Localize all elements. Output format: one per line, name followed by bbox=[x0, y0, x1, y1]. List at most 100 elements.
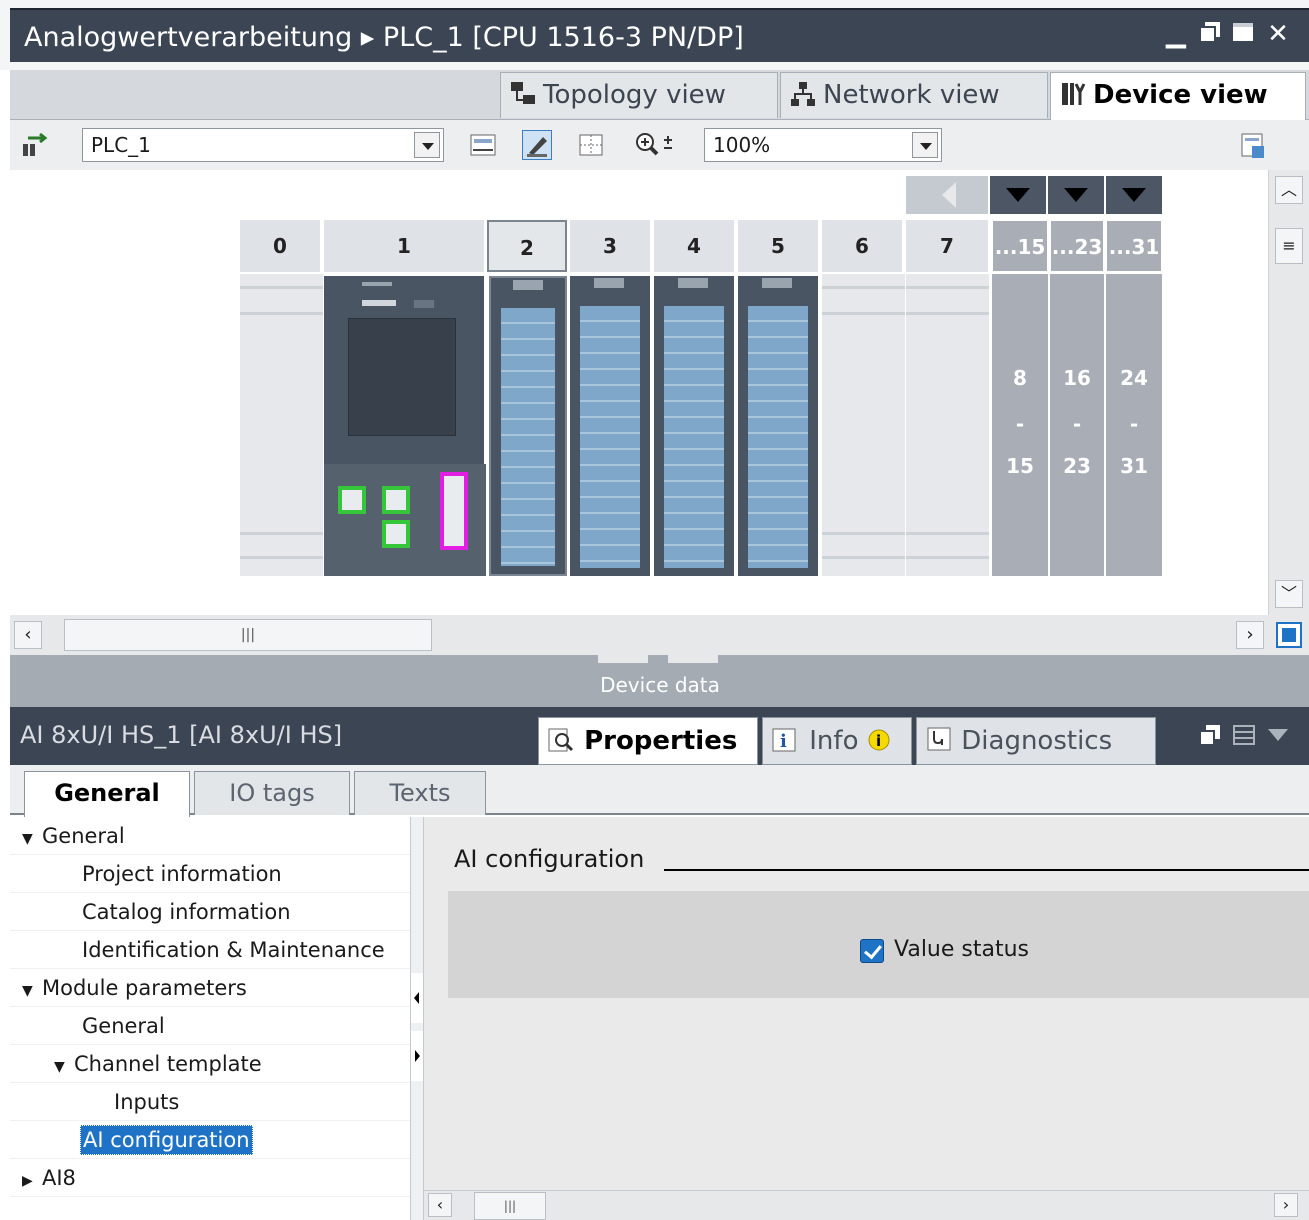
chevron-left-icon[interactable]: ‹ bbox=[428, 1193, 452, 1217]
tab-diagnostics[interactable]: Diagnostics bbox=[916, 717, 1156, 765]
collapse-down-icon[interactable] bbox=[668, 655, 718, 663]
rack-slot-7[interactable] bbox=[906, 274, 990, 576]
tab-info[interactable]: i Info i bbox=[762, 717, 912, 765]
subtab-texts[interactable]: Texts bbox=[354, 771, 486, 815]
tree-item-module-parameters[interactable]: ▼ Module parameters bbox=[10, 969, 410, 1007]
rack-ext-24-31[interactable]: 24 - 31 bbox=[1106, 274, 1162, 576]
expand-slots-24-31-button[interactable] bbox=[1106, 176, 1162, 214]
slot-header-ext[interactable]: ...15 bbox=[992, 220, 1048, 272]
zoom-select[interactable]: 100% bbox=[704, 128, 942, 162]
rack-ext-16-23[interactable]: 16 - 23 bbox=[1050, 274, 1104, 576]
grid-icon[interactable] bbox=[576, 130, 606, 160]
collapse-up-icon[interactable] bbox=[598, 655, 648, 663]
tree-item-label: AI configuration bbox=[80, 1125, 253, 1155]
tree-item-ai8[interactable]: ▶ AI8 bbox=[10, 1159, 410, 1197]
canvas-vertical-scrollbar[interactable]: ︿ ≡ ﹀ bbox=[1268, 170, 1309, 615]
tree-item-channel-template[interactable]: ▼ Channel template bbox=[10, 1045, 410, 1083]
io-module-slot-4[interactable] bbox=[654, 276, 736, 576]
chevron-down-icon[interactable]: ﹀ bbox=[1275, 580, 1303, 608]
chevron-left-icon[interactable]: ‹ bbox=[14, 621, 42, 649]
ext-range-from: 8 bbox=[1013, 366, 1027, 390]
expand-down-icon[interactable]: ▼ bbox=[22, 820, 36, 858]
slot-header-ext[interactable]: ...23 bbox=[1050, 220, 1104, 272]
window-title: Analogwertverarbeitung ▸ PLC_1 [CPU 1516… bbox=[24, 22, 744, 53]
expand-slots-16-23-button[interactable] bbox=[1048, 176, 1104, 214]
show-labels-icon[interactable] bbox=[522, 130, 552, 160]
tab-network-view[interactable]: Network view bbox=[780, 72, 1048, 118]
io-module-slot-3[interactable] bbox=[570, 276, 652, 576]
subtab-io-tags[interactable]: IO tags bbox=[194, 771, 350, 815]
slot-header[interactable]: 1 bbox=[324, 220, 486, 272]
chevron-right-icon[interactable]: › bbox=[1274, 1193, 1298, 1217]
chevron-down-icon[interactable] bbox=[912, 132, 938, 158]
tab-properties[interactable]: Properties bbox=[538, 717, 758, 765]
io-module-slot-2-selected[interactable] bbox=[489, 276, 567, 576]
restore-icon[interactable] bbox=[1196, 20, 1224, 48]
tree-item-inputs[interactable]: Inputs bbox=[10, 1083, 410, 1121]
expand-right-icon[interactable]: ▶ bbox=[22, 1162, 36, 1200]
chevron-down-icon[interactable] bbox=[414, 132, 440, 158]
slot-header[interactable]: 5 bbox=[738, 220, 820, 272]
slot-header-ext[interactable]: ...31 bbox=[1106, 220, 1162, 272]
tree-item-catalog-information[interactable]: Catalog information bbox=[10, 893, 410, 931]
profinet-port-icon[interactable] bbox=[338, 486, 366, 514]
tree-splitter[interactable] bbox=[410, 817, 424, 1220]
network-overview-icon[interactable] bbox=[20, 130, 50, 160]
tree-item-label: General bbox=[82, 1014, 165, 1038]
value-status-checkbox[interactable] bbox=[860, 939, 884, 963]
float-window-icon[interactable] bbox=[1198, 723, 1224, 749]
device-select[interactable]: PLC_1 bbox=[82, 128, 444, 162]
collapse-right-icon[interactable] bbox=[411, 1031, 423, 1081]
layout-icon[interactable] bbox=[1232, 723, 1258, 749]
tab-info-label: Info bbox=[809, 726, 859, 756]
parameter-tree: ▼ General Project information Catalog inf… bbox=[10, 817, 410, 1220]
rack-slot-6[interactable] bbox=[822, 274, 906, 576]
parameter-content: AI configuration Value status bbox=[424, 817, 1309, 1220]
rack-ext-8-15[interactable]: 8 - 15 bbox=[992, 274, 1048, 576]
content-horizontal-scrollbar[interactable]: ‹ ||| › bbox=[424, 1190, 1309, 1220]
close-icon[interactable]: ✕ bbox=[1264, 20, 1292, 48]
profibus-port-icon[interactable] bbox=[440, 472, 468, 550]
profinet-port-icon[interactable] bbox=[382, 520, 410, 548]
tree-item-general[interactable]: ▼ General bbox=[10, 817, 410, 855]
profinet-port-icon[interactable] bbox=[382, 486, 410, 514]
rack-slot-0[interactable] bbox=[240, 274, 324, 576]
cpu-module[interactable] bbox=[324, 276, 486, 576]
show-overview-icon[interactable] bbox=[1238, 130, 1268, 160]
scroll-thumb[interactable]: ||| bbox=[474, 1192, 546, 1220]
expand-slots-8-15-button[interactable] bbox=[990, 176, 1046, 214]
scroll-thumb[interactable]: ||| bbox=[64, 619, 432, 651]
slot-header[interactable]: 3 bbox=[570, 220, 652, 272]
info-icon: i bbox=[771, 726, 801, 756]
slot-header[interactable]: 7 bbox=[906, 220, 990, 272]
slot-header[interactable]: 0 bbox=[240, 220, 322, 272]
overview-navigation-icon[interactable] bbox=[1274, 620, 1304, 650]
tree-item-identification-maintenance[interactable]: Identification & Maintenance bbox=[10, 931, 410, 969]
minimize-icon[interactable]: ▁ bbox=[1162, 20, 1190, 48]
panel-menu-chevron-down-icon[interactable] bbox=[1266, 725, 1292, 747]
tab-topology-view[interactable]: Topology view bbox=[500, 72, 778, 118]
tree-item-label: Module parameters bbox=[42, 976, 247, 1000]
slot-header[interactable]: 4 bbox=[654, 220, 736, 272]
zoom-icon[interactable] bbox=[634, 130, 672, 160]
scroll-thumb[interactable]: ≡ bbox=[1275, 228, 1303, 264]
slot-header[interactable]: 6 bbox=[822, 220, 904, 272]
chevron-up-icon[interactable]: ︿ bbox=[1275, 176, 1303, 204]
io-module-slot-5[interactable] bbox=[738, 276, 820, 576]
subtab-general[interactable]: General bbox=[24, 771, 190, 817]
device-data-splitter[interactable]: Device data bbox=[10, 655, 1309, 707]
collapse-left-icon[interactable] bbox=[411, 973, 423, 1023]
tree-item-module-general[interactable]: General bbox=[10, 1007, 410, 1045]
rack-width-icon[interactable] bbox=[468, 130, 498, 160]
tree-item-project-information[interactable]: Project information bbox=[10, 855, 410, 893]
slot-header-selected[interactable]: 2 bbox=[487, 220, 567, 272]
tree-item-ai-configuration-selected[interactable]: AI configuration bbox=[10, 1121, 410, 1159]
canvas-horizontal-scrollbar[interactable]: ‹ ||| › bbox=[10, 615, 1309, 655]
rack-scroll-left-button[interactable] bbox=[906, 176, 988, 214]
expand-down-icon[interactable]: ▼ bbox=[54, 1048, 68, 1086]
window-titlebar-area: Analogwertverarbeitung ▸ PLC_1 [CPU 1516… bbox=[0, 0, 1309, 70]
expand-down-icon[interactable]: ▼ bbox=[22, 972, 36, 1010]
maximize-icon[interactable] bbox=[1229, 20, 1257, 48]
chevron-right-icon[interactable]: › bbox=[1236, 621, 1264, 649]
tab-device-view[interactable]: Device view bbox=[1050, 72, 1306, 121]
